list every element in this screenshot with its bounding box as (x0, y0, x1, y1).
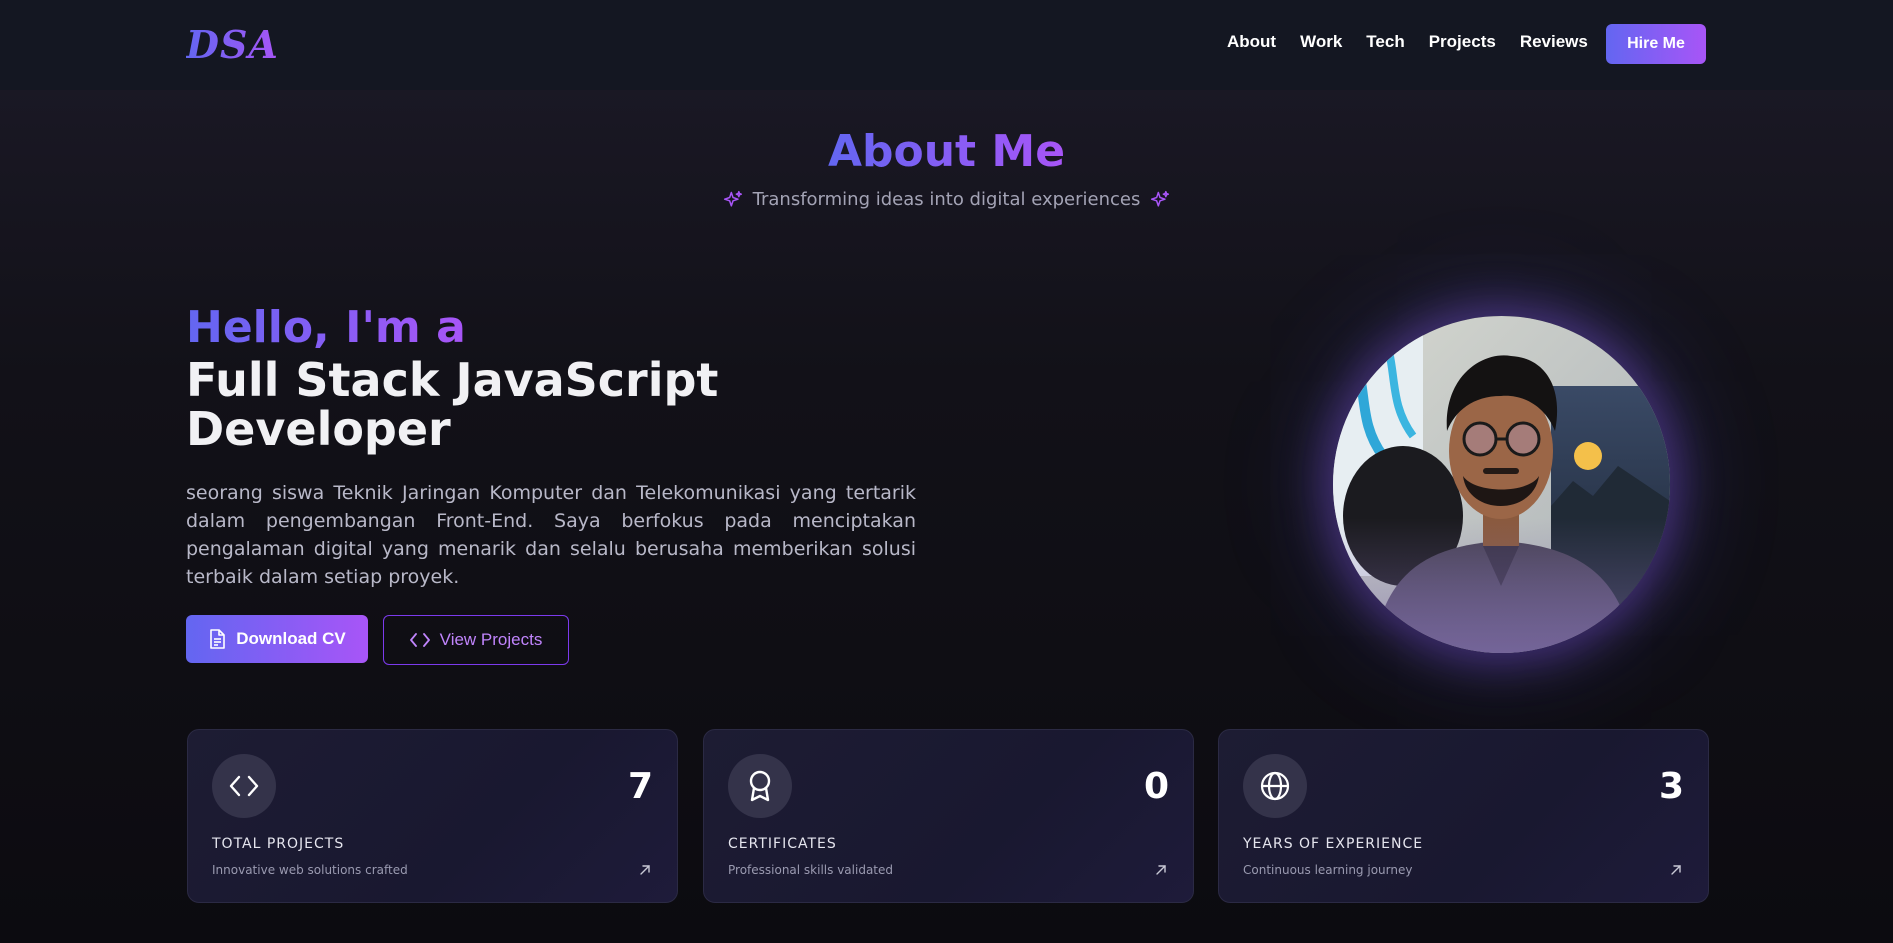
logo[interactable]: DSA (186, 22, 279, 67)
code-icon (409, 633, 430, 647)
award-icon (749, 770, 771, 802)
code-icon (229, 775, 259, 797)
profile-photo (1333, 316, 1670, 653)
nav-link-work[interactable]: Work (1300, 32, 1342, 52)
avatar (1333, 316, 1670, 653)
stat-value: 0 (1143, 766, 1169, 807)
nav-links: About Work Tech Projects Reviews (1227, 32, 1588, 52)
stat-card-certificates[interactable]: 0 CERTIFICATES Professional skills valid… (703, 729, 1194, 903)
stat-description: Continuous learning journey (1243, 863, 1413, 877)
stat-label: TOTAL PROJECTS (212, 836, 345, 852)
sparkle-icon (1151, 190, 1170, 207)
nav-link-about[interactable]: About (1227, 32, 1276, 52)
download-cv-label: Download CV (236, 629, 346, 648)
section-subtitle: Transforming ideas into digital experien… (0, 189, 1893, 210)
hero-bio: seorang siswa Teknik Jaringan Komputer d… (186, 482, 916, 588)
globe-icon (1260, 771, 1290, 801)
stat-card-experience[interactable]: 3 YEARS OF EXPERIENCE Continuous learnin… (1218, 729, 1709, 903)
hero-greeting: Hello, I'm a (186, 302, 466, 353)
stat-value: 3 (1658, 766, 1684, 807)
stat-label: YEARS OF EXPERIENCE (1243, 836, 1424, 852)
section-title: About Me (0, 126, 1893, 177)
section-title-text: About Me (827, 126, 1066, 177)
arrow-up-right-icon (1671, 865, 1681, 875)
sparkle-icon (723, 190, 742, 207)
hero-role: Full Stack JavaScript Developer (186, 353, 719, 456)
stat-icon-wrap (1243, 754, 1307, 818)
hire-me-button[interactable]: Hire Me (1606, 24, 1706, 64)
document-icon (210, 629, 226, 649)
stat-icon-wrap (728, 754, 792, 818)
view-projects-button[interactable]: View Projects (383, 615, 569, 665)
hero-greeting-text: Hello, I'm a (186, 302, 466, 353)
download-cv-button[interactable]: Download CV (186, 615, 368, 663)
stat-description: Innovative web solutions crafted (212, 863, 408, 877)
stat-card-projects[interactable]: 7 TOTAL PROJECTS Innovative web solution… (187, 729, 678, 903)
section-subtitle-text: Transforming ideas into digital experien… (752, 189, 1141, 210)
stat-value: 7 (627, 766, 653, 807)
arrow-up-right-icon (1156, 865, 1166, 875)
navbar: DSA About Work Tech Projects Reviews Hir… (0, 0, 1893, 90)
nav-link-reviews[interactable]: Reviews (1520, 32, 1588, 52)
stat-description: Professional skills validated (728, 863, 893, 877)
view-projects-label: View Projects (439, 630, 543, 649)
nav-link-projects[interactable]: Projects (1429, 32, 1496, 52)
nav-link-tech[interactable]: Tech (1366, 32, 1404, 52)
arrow-up-right-icon (640, 865, 650, 875)
stat-label: CERTIFICATES (728, 836, 837, 852)
stat-icon-wrap (212, 754, 276, 818)
